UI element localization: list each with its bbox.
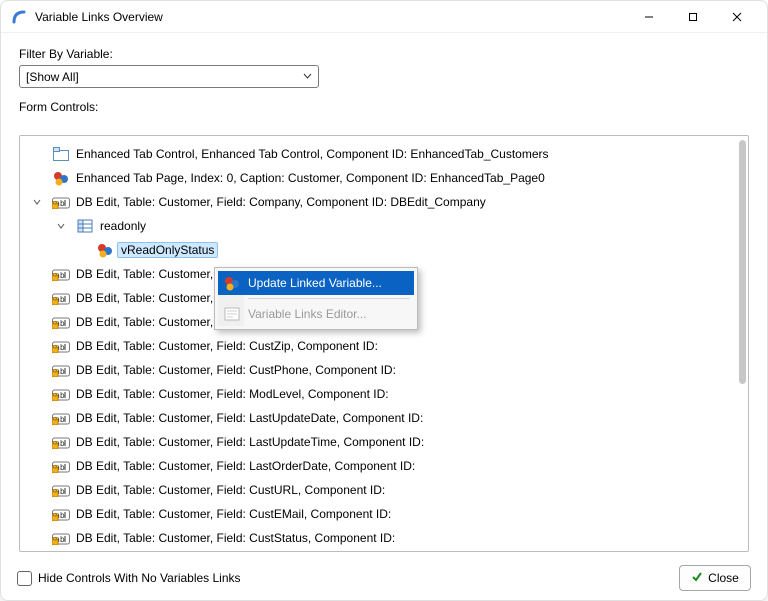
tree-row-selected[interactable]: vReadOnlyStatus: [24, 238, 744, 262]
context-menu-item-update-linked-variable[interactable]: Update Linked Variable...: [218, 271, 414, 295]
db-edit-icon: ab: [52, 433, 70, 451]
variable-icon: [223, 274, 241, 292]
tree-item-label: Enhanced Tab Page, Index: 0, Caption: Cu…: [76, 171, 545, 185]
variable-icon: [96, 241, 114, 259]
db-edit-icon: ab: [52, 385, 70, 403]
scrollbar-thumb[interactable]: [739, 140, 746, 384]
window-title: Variable Links Overview: [35, 10, 163, 24]
db-edit-icon: ab: [52, 481, 70, 499]
dialog-footer: Hide Controls With No Variables Links Cl…: [1, 556, 767, 600]
db-edit-icon: ab: [52, 265, 70, 283]
dialog-content: Filter By Variable: [Show All] Form Cont…: [1, 33, 767, 556]
db-edit-icon: ab: [52, 361, 70, 379]
tree-row[interactable]: ab DB Edit, Table: Customer, Field: Cust…: [24, 502, 744, 526]
window-close-button[interactable]: [715, 3, 759, 31]
context-menu-separator: [248, 298, 410, 299]
hide-controls-checkbox[interactable]: [17, 571, 32, 586]
window-maximize-button[interactable]: [671, 3, 715, 31]
tree-item-label: DB Edit, Table: Customer, Field: CustEMa…: [76, 507, 391, 521]
tree-item-label: DB Edit, Table: Customer, Field: CustPho…: [76, 363, 396, 377]
app-icon: [11, 9, 27, 25]
tree-item-label: readonly: [100, 219, 146, 233]
component-icon: [52, 550, 70, 551]
tree-expander-open[interactable]: [54, 219, 68, 233]
tree-item-label: vReadOnlyStatus: [117, 242, 218, 258]
window-minimize-button[interactable]: [627, 3, 671, 31]
titlebar: Variable Links Overview: [1, 1, 767, 33]
tab-page-icon: [52, 169, 70, 187]
context-menu-item-variable-links-editor[interactable]: Variable Links Editor...: [218, 302, 414, 326]
tree-row[interactable]: ab DB Edit, Table: Customer, Field: Cust…: [24, 358, 744, 382]
tree-item-label: DB Edit, Table: Customer, F: [76, 267, 224, 281]
tree-item-label: DB Edit, Table: Customer, Field: LastOrd…: [76, 459, 415, 473]
form-controls-tree[interactable]: Enhanced Tab Control, Enhanced Tab Contr…: [19, 135, 749, 552]
close-button[interactable]: Close: [679, 565, 751, 591]
db-edit-icon: ab: [52, 193, 70, 211]
tree-item-label: DB Edit, Table: Customer, Field: ModLeve…: [76, 387, 389, 401]
tree-row[interactable]: ab DB Edit, Table: Customer, Field: Last…: [24, 454, 744, 478]
tree-row[interactable]: Enhanced Tab Control, Enhanced Tab Contr…: [24, 142, 744, 166]
tree-item-label: DB Edit, Table: Customer, Field: LastUpd…: [76, 411, 423, 425]
tree-item-label: DB Edit, Table: Customer, F: [76, 291, 224, 305]
tree-row[interactable]: ab DB Edit, Table: Customer, Field: ModL…: [24, 382, 744, 406]
tree-item-label: DB Edit, Table: Customer, Field: CustURL…: [76, 483, 385, 497]
db-edit-icon: ab: [52, 409, 70, 427]
tree-row[interactable]: ab DB Edit, Table: Customer, Field: Cust…: [24, 478, 744, 502]
chevron-down-icon: [303, 71, 312, 82]
tree-row[interactable]: ab DB Edit, Table: Customer, Field: Comp…: [24, 190, 744, 214]
tree-row[interactable]: Enhanced Tab Page, Index: 0, Caption: Cu…: [24, 166, 744, 190]
tree-row[interactable]: [24, 550, 744, 551]
hide-controls-label: Hide Controls With No Variables Links: [38, 571, 241, 585]
tree-scrollbar[interactable]: [739, 140, 746, 547]
context-menu-label: Variable Links Editor...: [248, 307, 367, 321]
form-controls-label: Form Controls:: [19, 100, 749, 114]
tree-item-label: DB Edit, Table: Customer, Field: CustSta…: [76, 531, 395, 545]
tree-row[interactable]: readonly: [24, 214, 744, 238]
filter-combobox[interactable]: [Show All]: [19, 65, 319, 88]
filter-label: Filter By Variable:: [19, 47, 749, 61]
tree-row[interactable]: ab DB Edit, Table: Customer, Field: Last…: [24, 430, 744, 454]
editor-icon: [223, 305, 241, 323]
db-edit-icon: ab: [52, 337, 70, 355]
tree-expander-open[interactable]: [30, 195, 44, 209]
context-menu-label: Update Linked Variable...: [248, 276, 382, 290]
tree-item-label: Enhanced Tab Control, Enhanced Tab Contr…: [76, 147, 549, 161]
db-edit-icon: ab: [52, 313, 70, 331]
property-icon: [76, 217, 94, 235]
tree-row[interactable]: ab DB Edit, Table: Customer, Field: Cust…: [24, 334, 744, 358]
tree-item-label: DB Edit, Table: Customer, Field: Company…: [76, 195, 486, 209]
db-edit-icon: ab: [52, 529, 70, 547]
check-icon: [691, 571, 703, 586]
context-menu: Update Linked Variable... Variable Links…: [214, 267, 418, 330]
db-edit-icon: ab: [52, 505, 70, 523]
tab-control-icon: [52, 145, 70, 163]
close-button-label: Close: [708, 571, 739, 585]
tree-row[interactable]: ab DB Edit, Table: Customer, Field: Cust…: [24, 526, 744, 550]
tree-item-label: DB Edit, Table: Customer, Field: LastUpd…: [76, 435, 424, 449]
filter-value: [Show All]: [26, 70, 79, 84]
db-edit-icon: ab: [52, 457, 70, 475]
tree-row[interactable]: ab DB Edit, Table: Customer, Field: Last…: [24, 406, 744, 430]
tree-item-label: DB Edit, Table: Customer, Field: CustZip…: [76, 339, 378, 353]
tree-scroll-area: Enhanced Tab Control, Enhanced Tab Contr…: [20, 136, 748, 551]
db-edit-icon: ab: [52, 289, 70, 307]
